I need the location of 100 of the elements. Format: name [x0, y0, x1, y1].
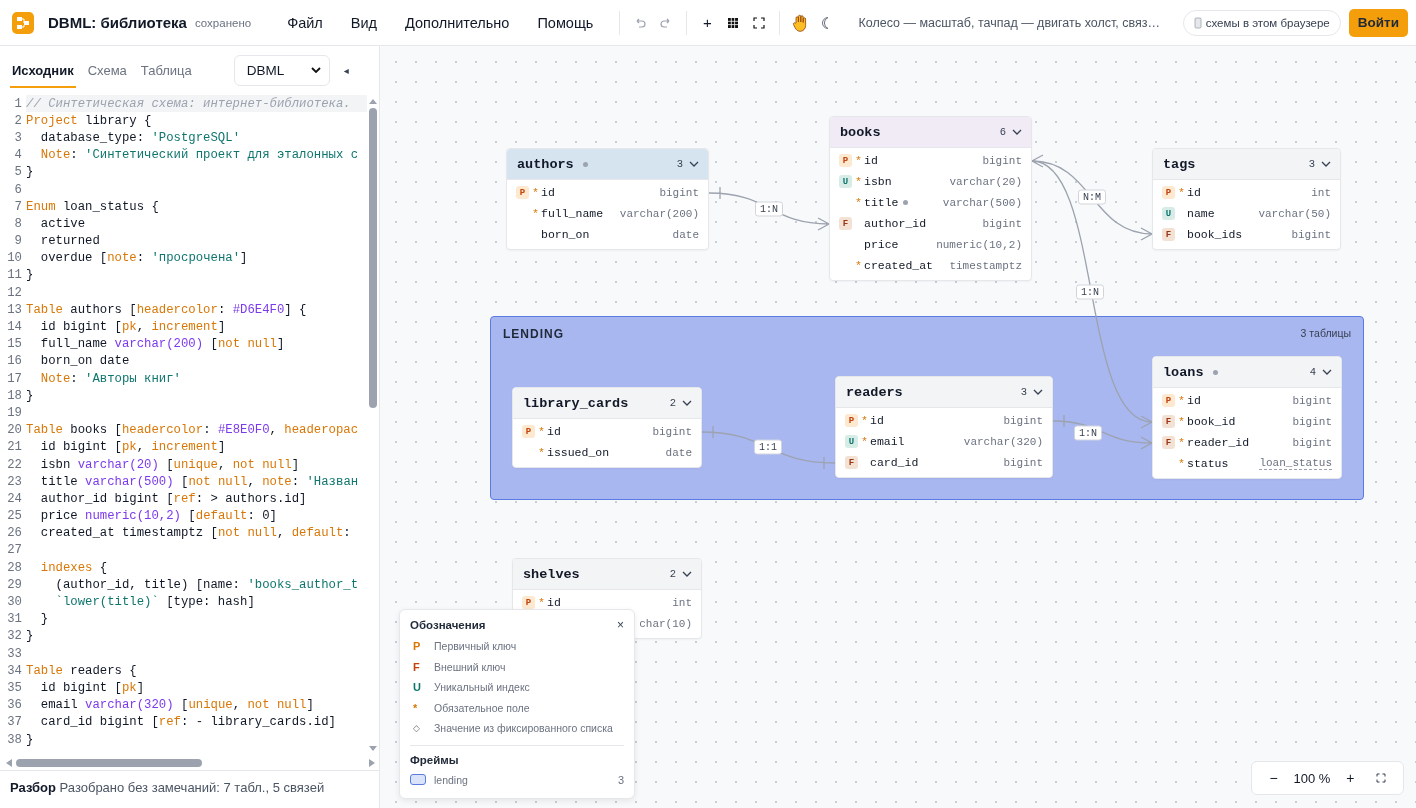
- key-badge: P: [1162, 394, 1175, 407]
- field-name: book_id: [1187, 415, 1236, 428]
- line-number: 21: [6, 440, 23, 455]
- table-header[interactable]: loans 4: [1153, 357, 1341, 388]
- line-number: 12: [6, 285, 23, 300]
- code-line: indexes {: [39, 559, 109, 577]
- app-logo: [12, 11, 34, 34]
- chevron-icon[interactable]: [1033, 389, 1043, 395]
- line-number: 37: [6, 715, 23, 730]
- scroll-up-icon[interactable]: [369, 98, 377, 104]
- chevron-icon: [310, 67, 321, 73]
- hint-text: Колесо — масштаб, тачпад — двигать холст, связ…: [858, 15, 1161, 30]
- field-name: id: [864, 154, 878, 167]
- code-line: card_id bigint [ref: - library_cards.id]: [39, 714, 337, 731]
- zoom-out-button[interactable]: −: [1262, 767, 1285, 789]
- login-button[interactable]: Войти: [1348, 8, 1408, 37]
- field-name: name: [1187, 207, 1215, 220]
- line-number: 6: [13, 182, 23, 197]
- table-header[interactable]: books 6: [830, 117, 1031, 148]
- add-table-button[interactable]: +: [695, 10, 720, 35]
- close-button[interactable]: ×: [617, 618, 624, 632]
- field-type: date: [672, 228, 699, 241]
- field-type: varchar(320): [963, 435, 1043, 448]
- table-name: readers: [846, 384, 903, 400]
- code-line: (author_id, title) [name: 'books_author_t: [54, 576, 360, 594]
- field-name: status: [1187, 457, 1229, 470]
- format-select[interactable]: DBML: [233, 54, 330, 86]
- code-line: returned: [39, 233, 101, 250]
- field-name: created_at: [864, 259, 933, 272]
- code-line: }: [26, 731, 35, 749]
- field-count: 2: [669, 568, 676, 580]
- required-mark: *: [1178, 415, 1185, 428]
- editor-tab[interactable]: Схема: [85, 52, 129, 88]
- line-number: 29: [6, 577, 23, 592]
- field-type: bigint: [659, 186, 699, 199]
- chevron-icon[interactable]: [1321, 161, 1331, 167]
- undo-icon[interactable]: [634, 16, 647, 29]
- code-line: }: [26, 628, 35, 645]
- fullscreen-icon[interactable]: [1376, 773, 1387, 783]
- chevron-icon[interactable]: [682, 400, 692, 406]
- field-type: bigint: [1291, 228, 1331, 241]
- legend-section-title: Фреймы: [410, 753, 460, 766]
- field-type: date: [665, 446, 692, 459]
- app-title: DBML: библиотека: [48, 14, 187, 31]
- code-line: active: [39, 215, 87, 233]
- field-type: bigint: [1003, 456, 1043, 469]
- table-card[interactable]: readers 3 P * id bigint U * email varchar(320) F card_id bigint: [835, 376, 1053, 478]
- line-number: 30: [6, 595, 23, 610]
- line-number: 18: [6, 388, 23, 403]
- scroll-down-icon[interactable]: [369, 746, 377, 752]
- grid-icon[interactable]: [727, 16, 740, 29]
- line-number: 1: [13, 96, 23, 111]
- field-name: author_id: [864, 217, 927, 230]
- chevron-icon[interactable]: [682, 571, 692, 577]
- table-card[interactable]: library_cards 2 P * id bigint * issued_on date: [512, 387, 702, 468]
- line-number: 32: [6, 629, 23, 644]
- field-name: id: [547, 596, 561, 609]
- table-card[interactable]: tags 3 P * id int U name varchar(50) F book_ids bigint: [1152, 148, 1341, 250]
- table-header[interactable]: authors 3: [507, 149, 708, 180]
- frame-name[interactable]: lending: [434, 773, 468, 786]
- chevron-icon[interactable]: [1322, 369, 1332, 375]
- line-number: 27: [6, 543, 23, 558]
- field-type: timestamptz: [949, 259, 1022, 272]
- table-card[interactable]: books 6 P * id bigint U * isbn varchar(20) * title varchar(500) F author_id bigint price numeric(10,2) * created_at timestamptz: [829, 116, 1032, 281]
- code-line: Table readers {: [26, 662, 138, 680]
- table-header[interactable]: readers 3: [836, 377, 1052, 408]
- collapse-panel-button[interactable]: ◂: [343, 64, 349, 76]
- code-line: }: [26, 387, 35, 405]
- chevron-icon[interactable]: [689, 161, 699, 167]
- key-badge: F: [839, 217, 852, 230]
- chevron-icon[interactable]: [1012, 129, 1022, 135]
- zoom-in-button[interactable]: +: [1339, 767, 1362, 789]
- field-type: bigint: [1292, 415, 1332, 428]
- table-header[interactable]: tags 3: [1153, 149, 1340, 180]
- menu-item[interactable]: Вид: [338, 8, 390, 37]
- table-header[interactable]: shelves 2: [513, 559, 701, 590]
- menu-item[interactable]: Помощь: [525, 8, 606, 37]
- fit-view-icon[interactable]: [753, 16, 766, 29]
- key-badge: U: [845, 435, 858, 448]
- key-badge: F: [845, 456, 858, 469]
- table-card[interactable]: authors 3 P * id bigint * full_name varchar(200) born_on date: [506, 148, 709, 250]
- field-name: id: [1187, 186, 1201, 199]
- table-card[interactable]: loans 4 P * id bigint F * book_id bigint F * reader_id bigint * status loan_status: [1152, 356, 1342, 479]
- legend-label: Первичный ключ: [434, 640, 517, 653]
- code-line: isbn varchar(20) [unique, not null]: [39, 456, 301, 474]
- menu-item[interactable]: Дополнительно: [393, 8, 522, 37]
- legend-symbol: ◇: [412, 723, 421, 734]
- line-number: 24: [6, 491, 23, 506]
- zoom-level: 100 %: [1293, 770, 1331, 786]
- scroll-left-icon[interactable]: [6, 759, 12, 767]
- field-count: 2: [669, 397, 676, 409]
- field-name: id: [870, 414, 884, 427]
- menu-item[interactable]: Файл: [275, 8, 335, 37]
- code-line: Table books [headercolor: #E8E0F0, headeropac: [26, 422, 360, 439]
- scroll-right-icon[interactable]: [369, 759, 375, 767]
- table-header[interactable]: library_cards 2: [513, 388, 701, 419]
- editor-tab[interactable]: Таблица: [138, 52, 194, 88]
- required-mark: *: [855, 196, 862, 209]
- editor-tab[interactable]: Исходник: [10, 52, 76, 88]
- field-name: reader_id: [1187, 436, 1250, 449]
